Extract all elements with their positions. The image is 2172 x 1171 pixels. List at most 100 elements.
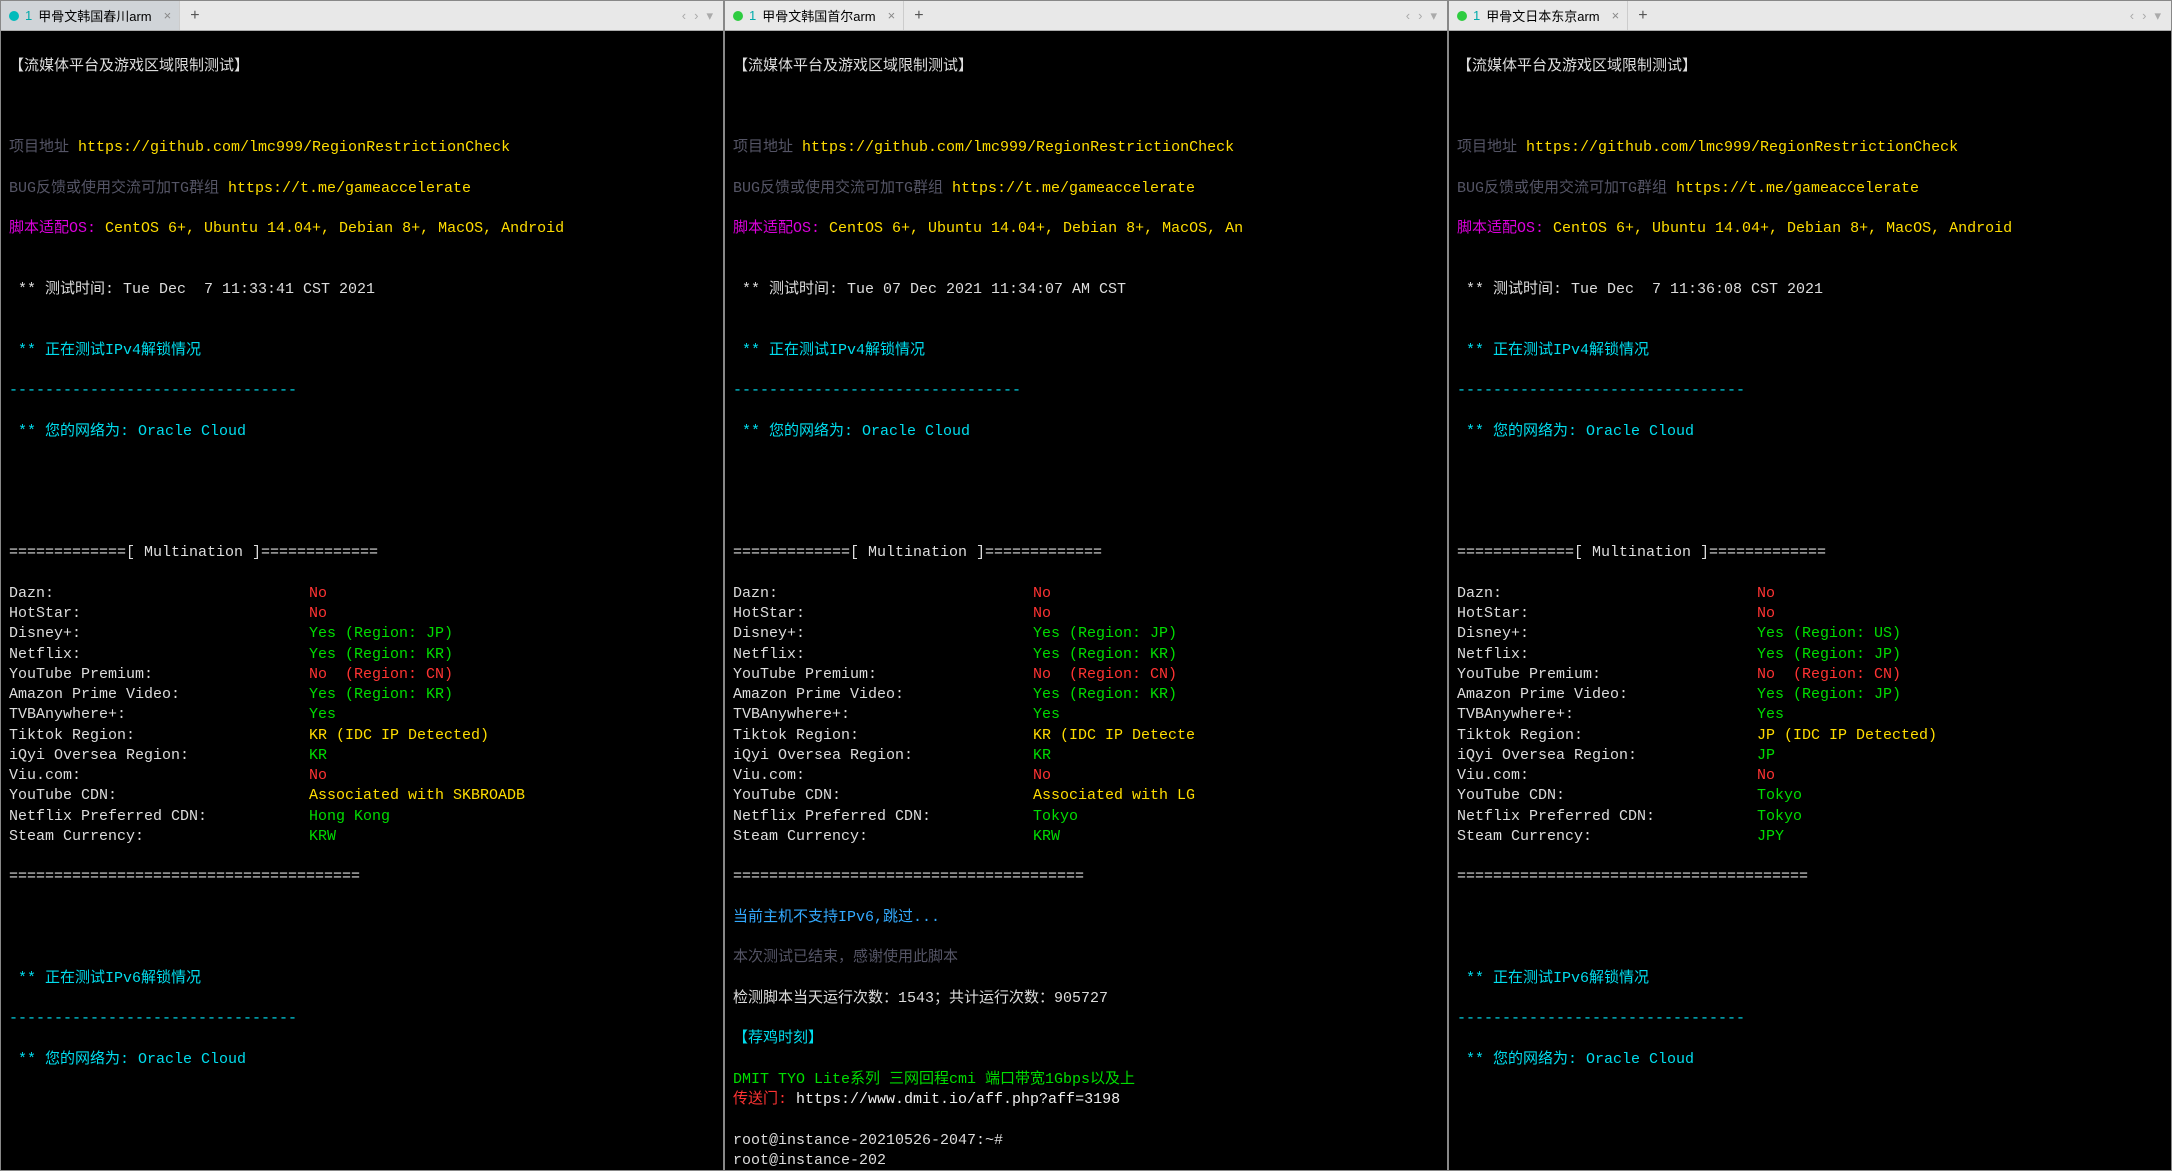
- service-value: KR: [309, 746, 327, 766]
- service-row: Dazn:No: [733, 584, 1439, 604]
- service-value: Yes: [1757, 705, 1784, 725]
- os-value: CentOS 6+, Ubuntu 14.04+, Debian 8+, Mac…: [96, 220, 564, 237]
- new-tab-button[interactable]: +: [904, 7, 933, 25]
- os-value: CentOS 6+, Ubuntu 14.04+, Debian 8+, Mac…: [1544, 220, 2012, 237]
- nav-menu-icon[interactable]: ▾: [1430, 8, 1437, 24]
- proj-label: 项目地址: [733, 139, 793, 156]
- terminal-tab[interactable]: 1 甲骨文韩国首尔arm ×: [725, 1, 904, 30]
- nav-next-icon[interactable]: ›: [1418, 8, 1422, 24]
- service-label: iQyi Oversea Region:: [9, 746, 309, 766]
- service-row: Amazon Prime Video:Yes (Region: KR): [733, 685, 1439, 705]
- terminal-output[interactable]: 【流媒体平台及游戏区域限制测试】 项目地址 https://github.com…: [1, 31, 723, 1170]
- promo-line: DMIT TYO Lite系列 三网回程cmi 端口带宽1Gbps以及上: [733, 1070, 1439, 1090]
- ip-test-label: ** 正在测试IPv4解锁情况: [9, 341, 715, 361]
- multination-header: =============[ Multination ]============…: [733, 543, 1439, 563]
- nav-menu-icon[interactable]: ▾: [706, 8, 713, 24]
- nav-next-icon[interactable]: ›: [694, 8, 698, 24]
- service-label: HotStar:: [9, 604, 309, 624]
- terminal-output[interactable]: 【流媒体平台及游戏区域限制测试】 项目地址 https://github.com…: [1449, 31, 2171, 1170]
- service-row: Disney+:Yes (Region: US): [1457, 624, 2163, 644]
- separator: --------------------------------: [1457, 381, 2163, 401]
- service-value: Yes (Region: JP): [1757, 685, 1901, 705]
- tab-nav: ‹ › ▾: [1396, 8, 1447, 24]
- service-value: Associated with LG: [1033, 786, 1195, 806]
- service-label: iQyi Oversea Region:: [1457, 746, 1757, 766]
- close-icon[interactable]: ×: [888, 8, 896, 23]
- service-label: YouTube CDN:: [733, 786, 1033, 806]
- service-value: Hong Kong: [309, 807, 390, 827]
- bug-url: https://t.me/gameaccelerate: [943, 180, 1195, 197]
- service-label: Tiktok Region:: [9, 726, 309, 746]
- prompt[interactable]: root@instance-202: [733, 1151, 1439, 1170]
- multination-header: =============[ Multination ]============…: [1457, 543, 2163, 563]
- test-header: 【流媒体平台及游戏区域限制测试】: [9, 57, 715, 77]
- service-label: HotStar:: [733, 604, 1033, 624]
- nav-prev-icon[interactable]: ‹: [1406, 8, 1410, 24]
- service-value: Yes (Region: US): [1757, 624, 1901, 644]
- service-label: Viu.com:: [733, 766, 1033, 786]
- service-label: YouTube CDN:: [9, 786, 309, 806]
- promo-portal-line: 传送门: https://www.dmit.io/aff.php?aff=319…: [733, 1090, 1439, 1110]
- bug-line: BUG反馈或使用交流可加TG群组 https://t.me/gameaccele…: [733, 179, 1439, 199]
- close-icon[interactable]: ×: [164, 8, 172, 23]
- new-tab-button[interactable]: +: [1628, 7, 1657, 25]
- nav-menu-icon[interactable]: ▾: [2154, 8, 2161, 24]
- service-row: YouTube CDN:Associated with SKBROADB: [9, 786, 715, 806]
- os-line: 脚本适配OS: CentOS 6+, Ubuntu 14.04+, Debian…: [1457, 219, 2163, 239]
- tab-bar: 1 甲骨文韩国春川arm × + ‹ › ▾: [1, 1, 723, 31]
- network-line: ** 您的网络为: Oracle Cloud: [9, 1050, 715, 1070]
- ipv6-skip: 当前主机不支持IPv6,跳过...: [733, 908, 1439, 928]
- service-value: Yes: [309, 705, 336, 725]
- service-value: No: [1757, 604, 1775, 624]
- network-label: ** 您的网络为:: [1457, 1051, 1577, 1068]
- status-dot-icon: [1457, 11, 1467, 21]
- network-label: ** 您的网络为:: [1457, 423, 1577, 440]
- service-value: No (Region: CN): [309, 665, 453, 685]
- promo-portal-label: 传送门:: [733, 1091, 787, 1108]
- test-header: 【流媒体平台及游戏区域限制测试】: [733, 57, 1439, 77]
- test-time: ** 测试时间: Tue 07 Dec 2021 11:34:07 AM CST: [733, 280, 1439, 300]
- network-line: ** 您的网络为: Oracle Cloud: [1457, 422, 2163, 442]
- service-value: Associated with SKBROADB: [309, 786, 525, 806]
- service-value: No: [1757, 584, 1775, 604]
- service-row: iQyi Oversea Region:KR: [733, 746, 1439, 766]
- service-label: Netflix Preferred CDN:: [9, 807, 309, 827]
- service-label: Tiktok Region:: [733, 726, 1033, 746]
- terminal-tab[interactable]: 1 甲骨文韩国春川arm ×: [1, 1, 180, 30]
- service-label: Netflix:: [733, 645, 1033, 665]
- service-label: YouTube Premium:: [733, 665, 1033, 685]
- os-line: 脚本适配OS: CentOS 6+, Ubuntu 14.04+, Debian…: [733, 219, 1439, 239]
- nav-prev-icon[interactable]: ‹: [682, 8, 686, 24]
- service-label: TVBAnywhere+:: [1457, 705, 1757, 725]
- service-value: No: [1033, 584, 1051, 604]
- service-label: Steam Currency:: [733, 827, 1033, 847]
- new-tab-button[interactable]: +: [180, 7, 209, 25]
- service-label: Dazn:: [1457, 584, 1757, 604]
- proj-url: https://github.com/lmc999/RegionRestrict…: [1517, 139, 1958, 156]
- service-label: Tiktok Region:: [1457, 726, 1757, 746]
- ip-test-label: ** 正在测试IPv6解锁情况: [9, 969, 715, 989]
- service-row: Amazon Prime Video:Yes (Region: KR): [9, 685, 715, 705]
- close-icon[interactable]: ×: [1612, 8, 1620, 23]
- nav-prev-icon[interactable]: ‹: [2130, 8, 2134, 24]
- service-label: Dazn:: [733, 584, 1033, 604]
- service-label: Disney+:: [1457, 624, 1757, 644]
- service-row: Steam Currency:KRW: [9, 827, 715, 847]
- service-row: Disney+:Yes (Region: JP): [9, 624, 715, 644]
- service-label: TVBAnywhere+:: [9, 705, 309, 725]
- network-value: Oracle Cloud: [853, 423, 970, 440]
- service-label: Steam Currency:: [9, 827, 309, 847]
- service-label: Dazn:: [9, 584, 309, 604]
- service-label: Amazon Prime Video:: [733, 685, 1033, 705]
- terminal-output[interactable]: 【流媒体平台及游戏区域限制测试】 项目地址 https://github.com…: [725, 31, 1447, 1170]
- service-value: Yes (Region: KR): [309, 685, 453, 705]
- network-label: ** 您的网络为:: [9, 1051, 129, 1068]
- bug-line: BUG反馈或使用交流可加TG群组 https://t.me/gameaccele…: [1457, 179, 2163, 199]
- terminal-tab[interactable]: 1 甲骨文日本东京arm ×: [1449, 1, 1628, 30]
- os-label: 脚本适配OS:: [733, 220, 820, 237]
- os-label: 脚本适配OS:: [9, 220, 96, 237]
- network-line: ** 您的网络为: Oracle Cloud: [733, 422, 1439, 442]
- nav-next-icon[interactable]: ›: [2142, 8, 2146, 24]
- prompt[interactable]: root@instance-20210526-2047:~#: [733, 1131, 1439, 1151]
- service-row: TVBAnywhere+:Yes: [733, 705, 1439, 725]
